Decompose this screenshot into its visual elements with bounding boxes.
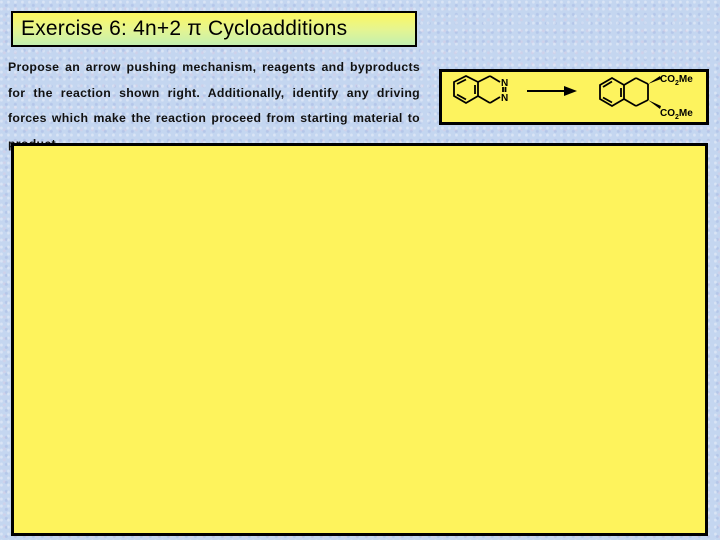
reaction-scheme-svg: N N CO2Me CO2Me: [453, 74, 693, 121]
reactant-structure: [453, 74, 507, 105]
exercise-prompt: Propose an arrow pushing mechanism, reag…: [8, 60, 420, 151]
page-title: Exercise 6: 4n+2 π Cycloadditions: [21, 17, 348, 40]
ester-group-top: CO2Me: [660, 74, 693, 87]
nitrogen-atom-top: N: [501, 78, 508, 89]
reaction-scheme: N N CO2Me CO2Me: [439, 69, 709, 125]
nitrogen-atom-bottom: N: [501, 93, 508, 104]
ester-group-bottom: CO2Me: [660, 108, 693, 121]
answer-area[interactable]: [11, 143, 708, 536]
title-box: Exercise 6: 4n+2 π Cycloadditions: [11, 11, 417, 47]
product-structure: [599, 76, 649, 108]
reaction-arrow-icon: [527, 86, 577, 96]
